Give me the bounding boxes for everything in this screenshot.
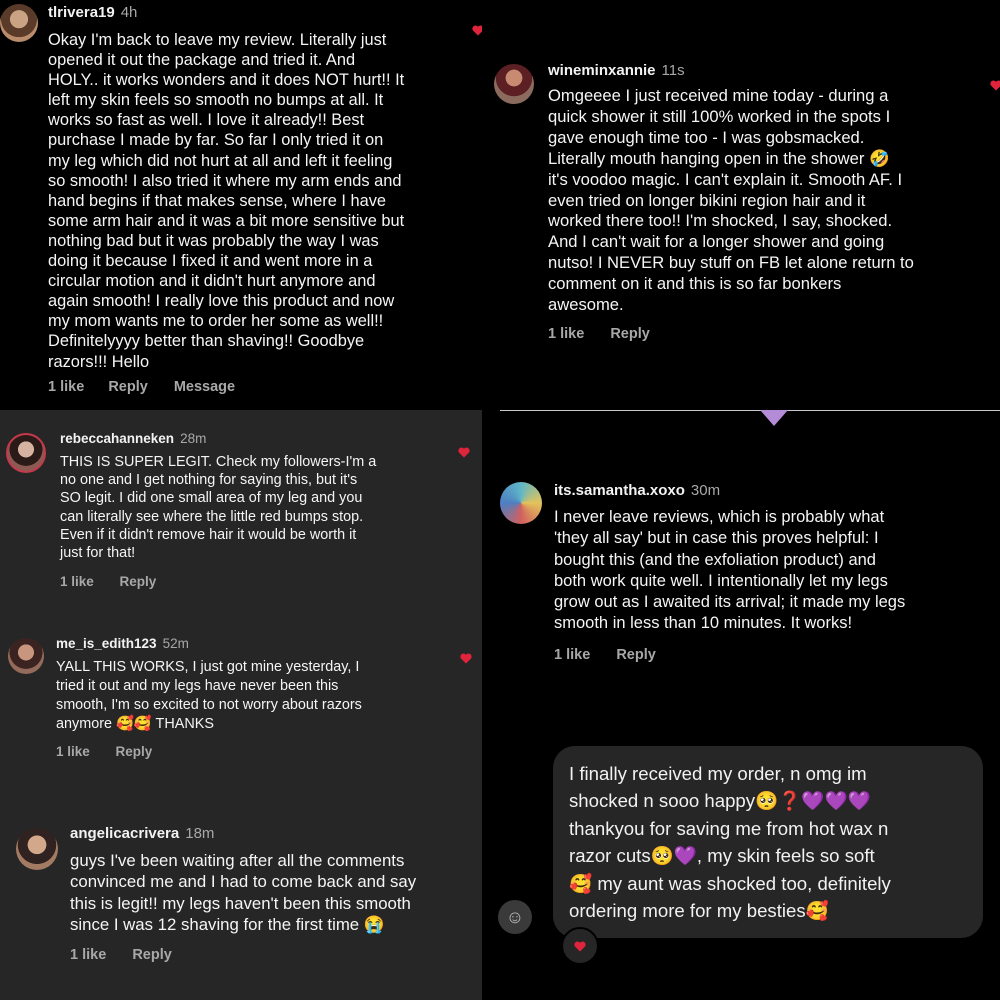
comment-actions: 1 like Reply [70,947,172,963]
comment-time: 4h [120,4,138,21]
comment-text: guys I've been waiting after all the com… [70,851,417,934]
like-count[interactable]: 1 like [548,326,584,342]
reply-button[interactable]: Reply [132,947,172,963]
comment-author[interactable]: wineminxannie 11s [548,62,685,79]
comment-time: 11s [661,62,685,79]
like-heart-icon[interactable] [472,25,482,36]
comment-actions: 1 like Reply [548,326,650,342]
like-count[interactable]: 1 like [554,647,590,663]
comment-text: I never leave reviews, which is probably… [554,508,906,633]
reply-button[interactable]: Reply [108,379,148,395]
comment-tlrivera19: tlrivera19 4h Okay I'm back to leave my r… [0,0,482,410]
comment-author[interactable]: its.samantha.xoxo 30m [554,482,720,499]
comment-author[interactable]: tlrivera19 4h [48,4,137,21]
message-bubble[interactable]: I finally received my order, n omg im sh… [553,746,983,938]
comment-text: Omgeeee I just received mine today - dur… [548,86,914,315]
heart-reaction[interactable] [561,927,599,965]
like-heart-icon[interactable] [990,80,1000,91]
review-panel-3: rebeccahanneken 28m THIS IS SUPER LEGIT. … [0,410,482,1000]
review-panel-4: its.samantha.xoxo 30m I never leave revie… [482,410,1000,1000]
comment-actions: 1 like Reply [554,647,656,663]
review-panel-2: wineminxannie 11s Omgeeee I just received… [482,0,1000,410]
reply-button[interactable]: Reply [616,647,656,663]
comment-time: 30m [690,482,721,499]
comment-wineminxannie: wineminxannie 11s Omgeeee I just received… [482,0,1000,410]
comment-angelicacrivera: angelicacrivera 18m guys I've been waitin… [0,410,482,1000]
message-text: I finally received my order, n omg im sh… [569,763,891,922]
review-panel-1: tlrivera19 4h Okay I'm back to leave my r… [0,0,482,410]
sender-avatar-icon[interactable]: ☺ [498,900,532,934]
message-button[interactable]: Message [174,379,235,395]
comment-author[interactable]: angelicacrivera 18m [70,825,214,842]
avatar[interactable] [16,828,58,870]
comment-its-samantha-xoxo: its.samantha.xoxo 30m I never leave revie… [482,410,1000,710]
reply-button[interactable]: Reply [610,326,650,342]
like-count[interactable]: 1 like [48,379,84,395]
avatar[interactable] [500,482,542,524]
like-count[interactable]: 1 like [70,947,106,963]
heart-reaction-icon [574,941,586,952]
avatar[interactable] [0,4,38,42]
comment-time: 18m [185,825,215,842]
comment-actions: 1 like Reply Message [48,379,235,395]
comment-text: Okay I'm back to leave my review. Litera… [48,31,405,371]
avatar[interactable] [494,64,534,104]
